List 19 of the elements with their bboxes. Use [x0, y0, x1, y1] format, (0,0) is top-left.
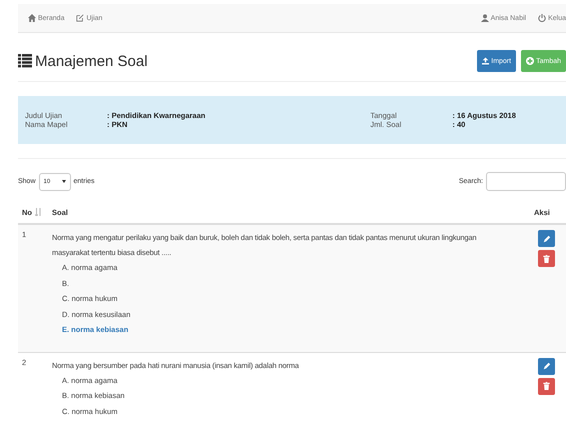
sort-icon [35, 208, 42, 216]
edit-icon [76, 14, 84, 22]
plus-circle-icon [526, 57, 534, 65]
caret-icon [62, 180, 66, 183]
delete-button[interactable] [538, 250, 555, 267]
upload-icon [482, 57, 490, 65]
power-icon [538, 14, 546, 22]
list-icon [18, 54, 32, 68]
edit-button[interactable] [538, 230, 555, 247]
page-title: Manajemen Soal [35, 52, 148, 70]
trash-icon [543, 382, 550, 390]
user-icon [480, 14, 489, 22]
home-icon [28, 14, 36, 22]
pencil-icon [542, 234, 550, 242]
edit-button[interactable] [538, 358, 555, 374]
delete-button[interactable] [538, 378, 555, 394]
trash-icon [543, 254, 550, 262]
search-field[interactable] [486, 172, 566, 191]
pencil-icon [542, 362, 550, 370]
